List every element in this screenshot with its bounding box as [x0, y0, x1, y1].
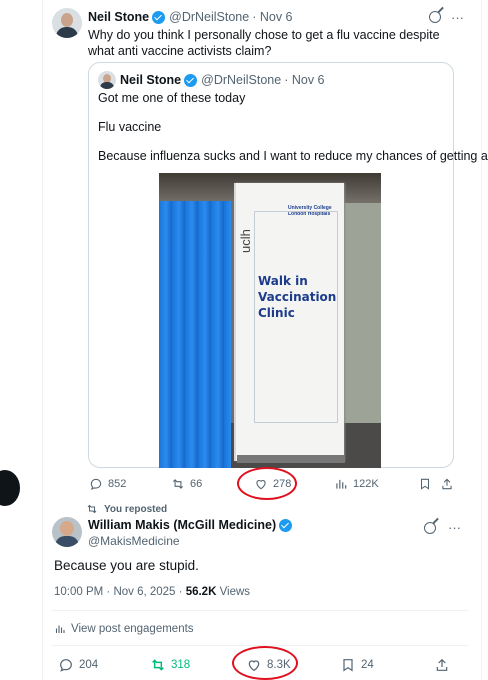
more-icon[interactable]: ···	[448, 520, 461, 535]
bookmark-button[interactable]	[418, 477, 432, 491]
reply-header-icons: ···	[424, 520, 461, 535]
post-meta: 10:00 PM · Nov 6, 2025 · 56.2K Views	[54, 586, 250, 598]
share-button[interactable]	[440, 477, 454, 491]
bookmark-icon	[420, 478, 430, 490]
author-handle[interactable]: @DrNeilStone	[169, 10, 249, 24]
reply-count: 204	[79, 659, 99, 671]
repost-indicator: You reposted	[86, 503, 167, 515]
bookmark-icon	[343, 659, 353, 672]
bookmark-count: 24	[361, 659, 374, 671]
views-button[interactable]: 122K	[334, 477, 379, 491]
repost-count: 66	[190, 478, 203, 490]
repost-icon	[152, 659, 164, 671]
verified-badge-icon	[184, 73, 198, 87]
view-engagements-link[interactable]: View post engagements	[54, 623, 194, 635]
repost-label: You reposted	[104, 503, 168, 515]
author-handle[interactable]: @MakisMedicine	[88, 534, 180, 548]
reply-icon	[60, 659, 72, 672]
views-count: 122K	[353, 478, 379, 490]
red-circle-annotation	[237, 467, 297, 500]
reply-author[interactable]: William Makis (McGill Medicine)	[88, 518, 296, 532]
reply-icon	[90, 478, 102, 490]
repost-count: 318	[171, 659, 191, 671]
avatar[interactable]	[52, 8, 82, 38]
image-banner-stand: University College London Hospitals uclh…	[234, 183, 344, 461]
author-handle: @DrNeilStone	[201, 73, 282, 87]
timeline-right-border	[481, 0, 482, 680]
verified-badge-icon	[279, 518, 293, 532]
grok-icon[interactable]	[429, 11, 441, 23]
image-sign-text: Walk in Vaccination Clinic	[258, 274, 337, 320]
quote-line: Flu vaccine	[98, 120, 162, 134]
timeline-left-border	[42, 0, 43, 680]
share-icon	[436, 658, 448, 671]
author-name: Neil Stone	[120, 73, 182, 87]
image-side-text: uclh	[238, 229, 253, 253]
quoted-post[interactable]: Neil Stone @DrNeilStone · Nov 6 Got me o…	[88, 62, 488, 468]
share-button[interactable]	[434, 657, 450, 673]
quote-header: Neil Stone @DrNeilStone · Nov 6	[120, 71, 445, 89]
scroll-indicator[interactable]	[0, 470, 20, 506]
red-circle-annotation	[232, 646, 298, 680]
quote-line: Got me one of these today	[98, 91, 246, 105]
post-text: Why do you think I personally chose to g…	[88, 28, 440, 58]
post-header: Neil Stone @DrNeilStone · Nov 6 ···	[88, 8, 464, 26]
divider	[52, 610, 468, 611]
grok-icon[interactable]	[424, 521, 436, 534]
engagements-label: View post engagements	[71, 623, 194, 635]
more-icon[interactable]: ···	[451, 10, 464, 25]
image-blue-curtain	[159, 201, 231, 468]
reply-button[interactable]: 204	[58, 657, 98, 673]
quote-line: Because influenza sucks and I want to re…	[98, 149, 488, 163]
author-name[interactable]: William Makis (McGill Medicine)	[88, 518, 276, 532]
repost-button[interactable]: 318	[150, 657, 190, 673]
author-name[interactable]: Neil Stone	[88, 10, 149, 24]
reply-count: 852	[108, 478, 127, 490]
repost-icon	[172, 479, 184, 489]
repost-button[interactable]: 66	[171, 477, 202, 491]
post-date: · Nov 6	[284, 73, 325, 87]
views-label: Views	[216, 586, 251, 598]
post-time[interactable]: 10:00 PM · Nov 6, 2025 ·	[54, 586, 186, 598]
post-image[interactable]: University College London Hospitals uclh…	[159, 173, 381, 468]
reply-button[interactable]: 852	[89, 477, 126, 491]
image-stand-base	[237, 455, 345, 463]
bookmark-button[interactable]: 24	[340, 657, 374, 673]
avatar[interactable]	[52, 517, 82, 547]
post-date[interactable]: · Nov 6	[252, 10, 292, 24]
reply-text: Because you are stupid.	[54, 558, 199, 573]
avatar[interactable]	[98, 71, 116, 89]
verified-badge-icon	[152, 10, 166, 24]
repost-icon	[87, 504, 97, 514]
analytics-icon	[55, 625, 65, 633]
views-count: 56.2K	[185, 586, 217, 598]
analytics-icon	[336, 479, 347, 489]
share-icon	[442, 478, 452, 490]
